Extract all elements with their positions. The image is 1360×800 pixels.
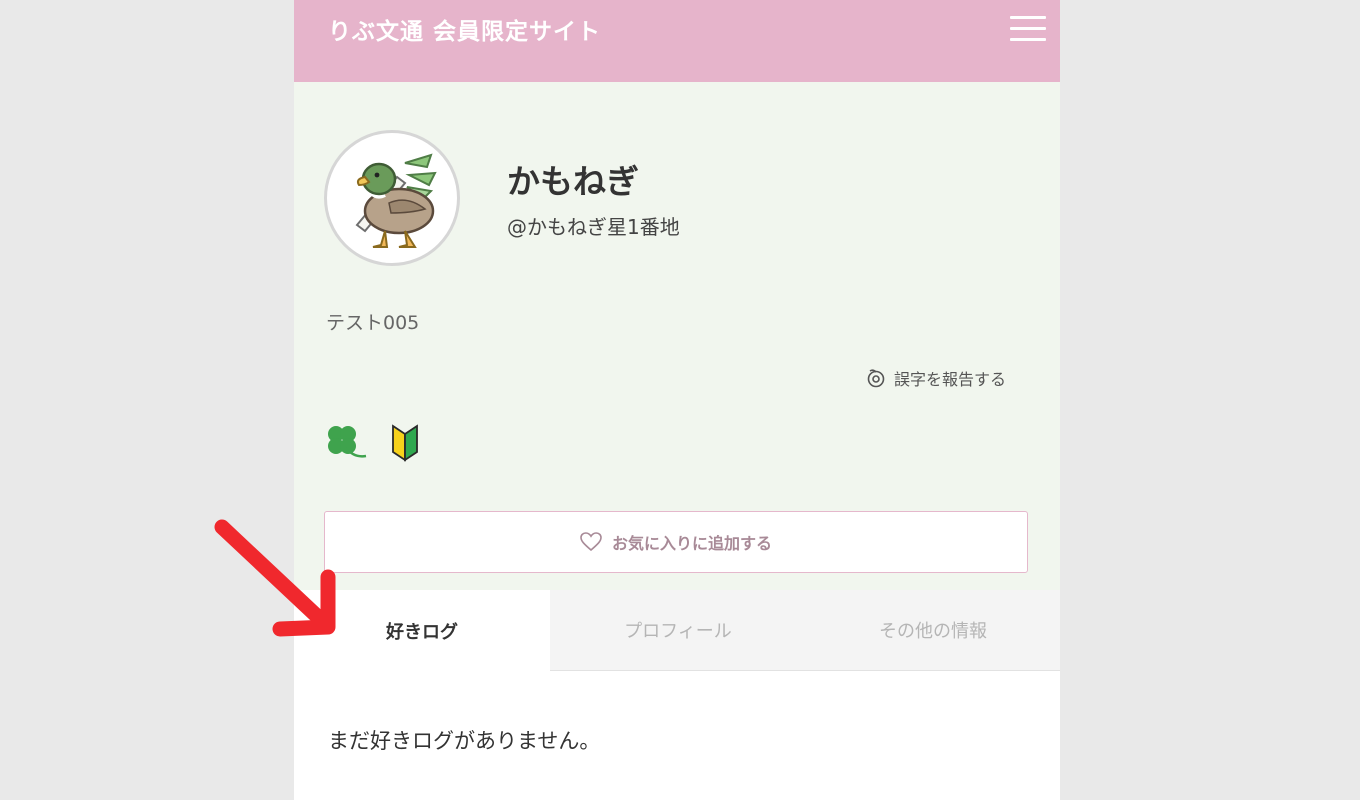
user-name: かもねぎ <box>507 162 639 201</box>
user-handle: @かもねぎ星1番地 <box>507 215 680 239</box>
tab-like-log-label[interactable]: 好きログ <box>386 618 458 644</box>
tab-content: まだ好きログがありません。 <box>294 671 1060 800</box>
add-favorite-label[interactable]: お気に入りに追加する <box>612 530 772 554</box>
tab-other-info[interactable]: その他の情報 <box>806 590 1060 670</box>
report-icon <box>867 369 885 388</box>
avatar <box>324 130 460 266</box>
beginner-mark-icon <box>392 424 418 462</box>
profile-tabs: 好きログ プロフィール その他の情報 <box>294 590 1060 671</box>
four-leaf-clover-icon <box>328 426 367 458</box>
report-label[interactable]: 誤字を報告する <box>894 366 1006 390</box>
heart-outline-icon <box>580 532 602 552</box>
badge-list <box>324 422 420 462</box>
mobile-viewport: りぶ文通 会員限定サイト かもねぎ @かもねぎ星1番地 テスト005 誤字を報告… <box>294 0 1060 800</box>
empty-like-log-message: まだ好きログがありません。 <box>328 729 601 753</box>
tab-profile[interactable]: プロフィール <box>550 590 806 670</box>
duck-with-leek-avatar <box>355 153 437 248</box>
hamburger-menu-icon[interactable] <box>1010 16 1046 42</box>
site-title[interactable]: りぶ文通 会員限定サイト <box>328 12 601 46</box>
site-header: りぶ文通 会員限定サイト <box>294 0 1060 82</box>
red-arrow-icon <box>214 519 336 637</box>
tab-other-info-label[interactable]: その他の情報 <box>879 617 987 643</box>
profile-bio: テスト005 <box>326 312 420 334</box>
add-favorite-button[interactable]: お気に入りに追加する <box>324 511 1028 573</box>
tab-profile-label[interactable]: プロフィール <box>624 617 732 643</box>
report-typo-link[interactable]: 誤字を報告する <box>866 366 1006 390</box>
